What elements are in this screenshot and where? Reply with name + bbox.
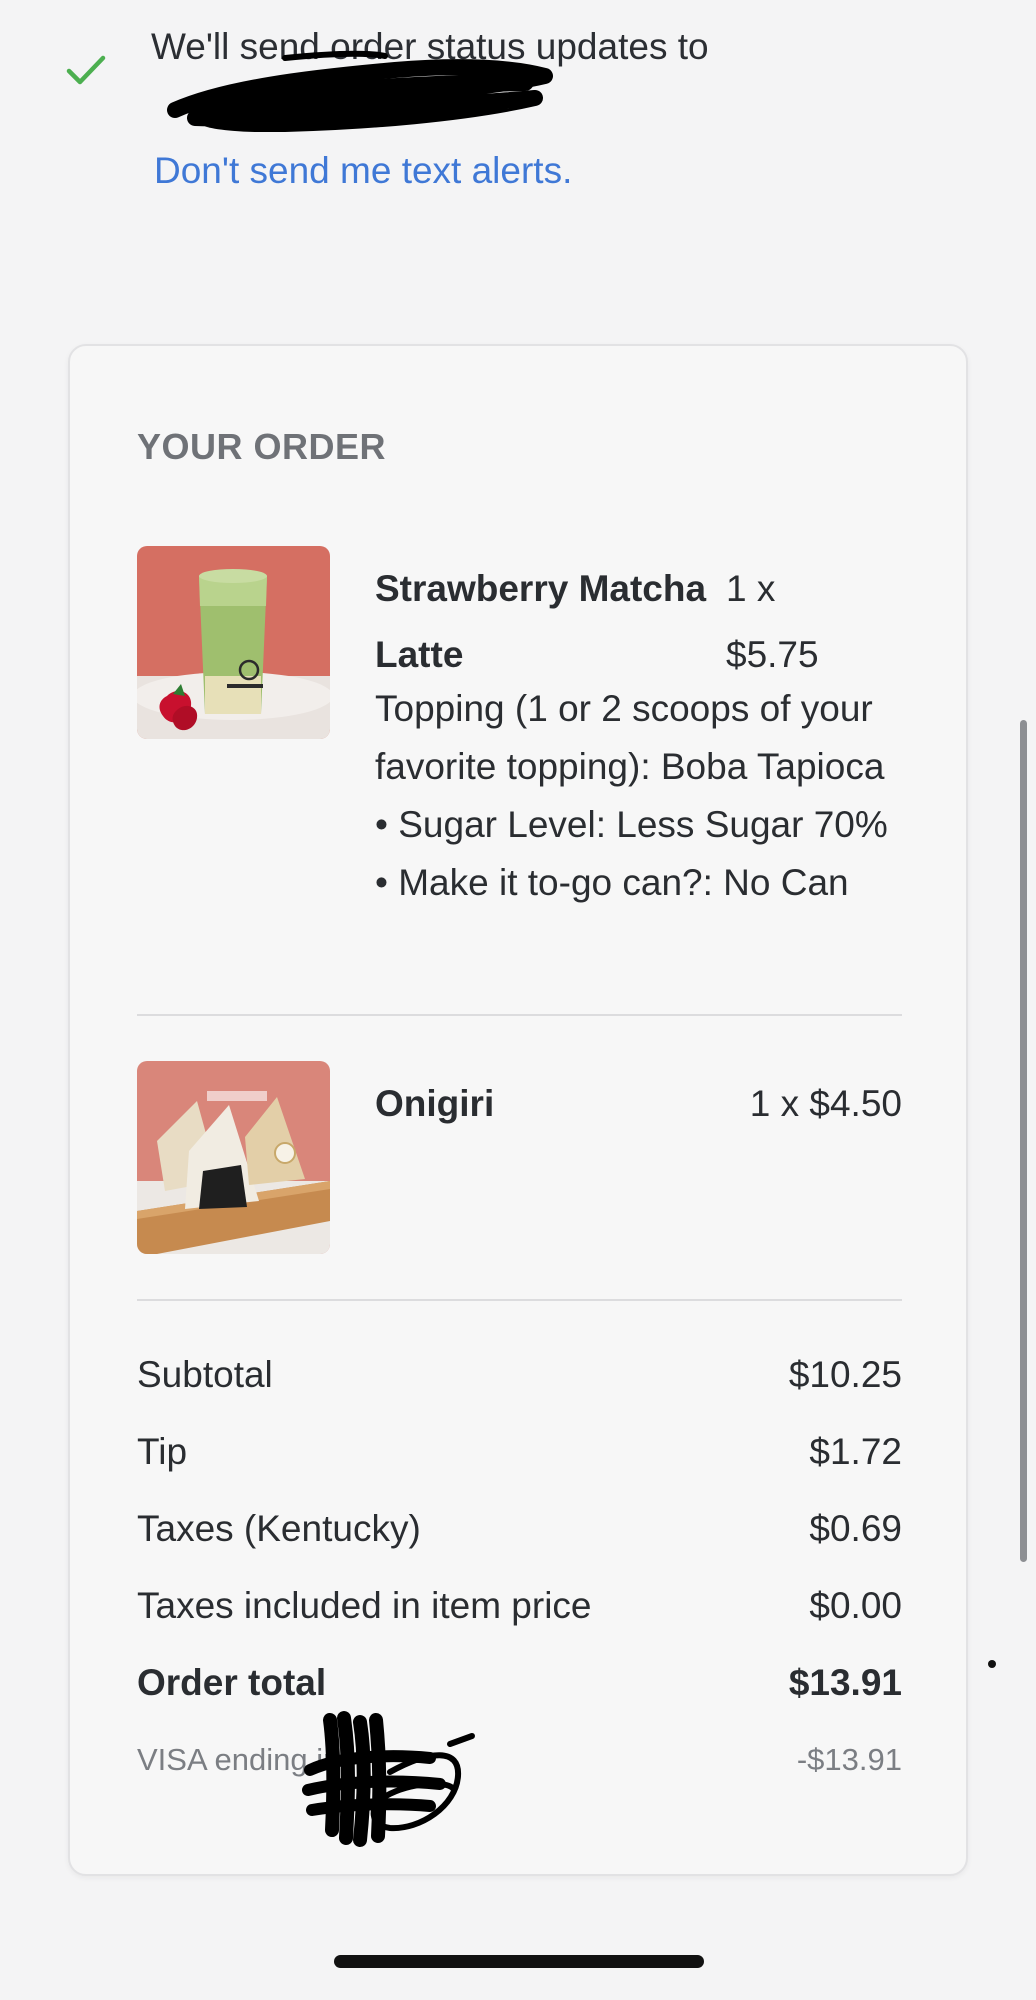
tax-label: Taxes (Kentucky) (137, 1508, 421, 1549)
subtotal-row: Subtotal $10.25 (137, 1336, 902, 1413)
order-summary-card: YOUR ORDER Strawberry Matcha Latte 1 x $… (68, 344, 968, 1876)
matcha-latte-thumbnail (137, 546, 330, 739)
order-totals: Subtotal $10.25 Tip $1.72 Taxes (Kentuck… (137, 1336, 902, 1797)
included-tax-label: Taxes included in item price (137, 1585, 592, 1626)
payment-row: VISA ending in -$13.91 (137, 1721, 902, 1797)
included-tax-value: $0.00 (809, 1585, 902, 1626)
home-indicator[interactable] (334, 1955, 704, 1968)
redaction-scribble (167, 50, 553, 132)
stray-dot (988, 1660, 996, 1668)
order-item[interactable]: Strawberry Matcha Latte 1 x $5.75 Toppin… (137, 546, 902, 1016)
item-price: 1 x $4.50 (749, 1083, 902, 1124)
tip-row: Tip $1.72 (137, 1413, 902, 1490)
scrollbar[interactable] (1020, 720, 1027, 1562)
item-name: Onigiri (375, 1083, 495, 1124)
item-price: 1 x $5.75 (726, 568, 819, 675)
subtotal-value: $10.25 (788, 1354, 902, 1395)
item-name: Strawberry Matcha Latte (375, 568, 707, 675)
tip-value: $1.72 (809, 1431, 902, 1472)
divider (137, 1014, 902, 1016)
order-heading: YOUR ORDER (137, 426, 387, 467)
order-total-value: $13.91 (788, 1662, 902, 1703)
redaction-scribble (302, 1711, 475, 1847)
disable-text-alerts-link[interactable]: Don't send me text alerts. (154, 150, 572, 192)
check-icon (66, 55, 106, 85)
sms-notice: We'll send order status updates to Don't… (0, 0, 1036, 230)
tax-row: Taxes (Kentucky) $0.69 (137, 1490, 902, 1567)
payment-value: -$13.91 (796, 1742, 902, 1777)
tax-value: $0.69 (809, 1508, 902, 1549)
order-total-row: Order total $13.91 (137, 1644, 902, 1721)
divider (137, 1299, 902, 1301)
order-item[interactable]: Onigiri 1 x $4.50 (137, 1061, 902, 1291)
item-modifiers: Topping (1 or 2 scoops of your favorite … (375, 688, 888, 903)
included-tax-row: Taxes included in item price $0.00 (137, 1567, 902, 1644)
subtotal-label: Subtotal (137, 1354, 273, 1395)
onigiri-thumbnail (137, 1061, 330, 1254)
tip-label: Tip (137, 1431, 188, 1472)
